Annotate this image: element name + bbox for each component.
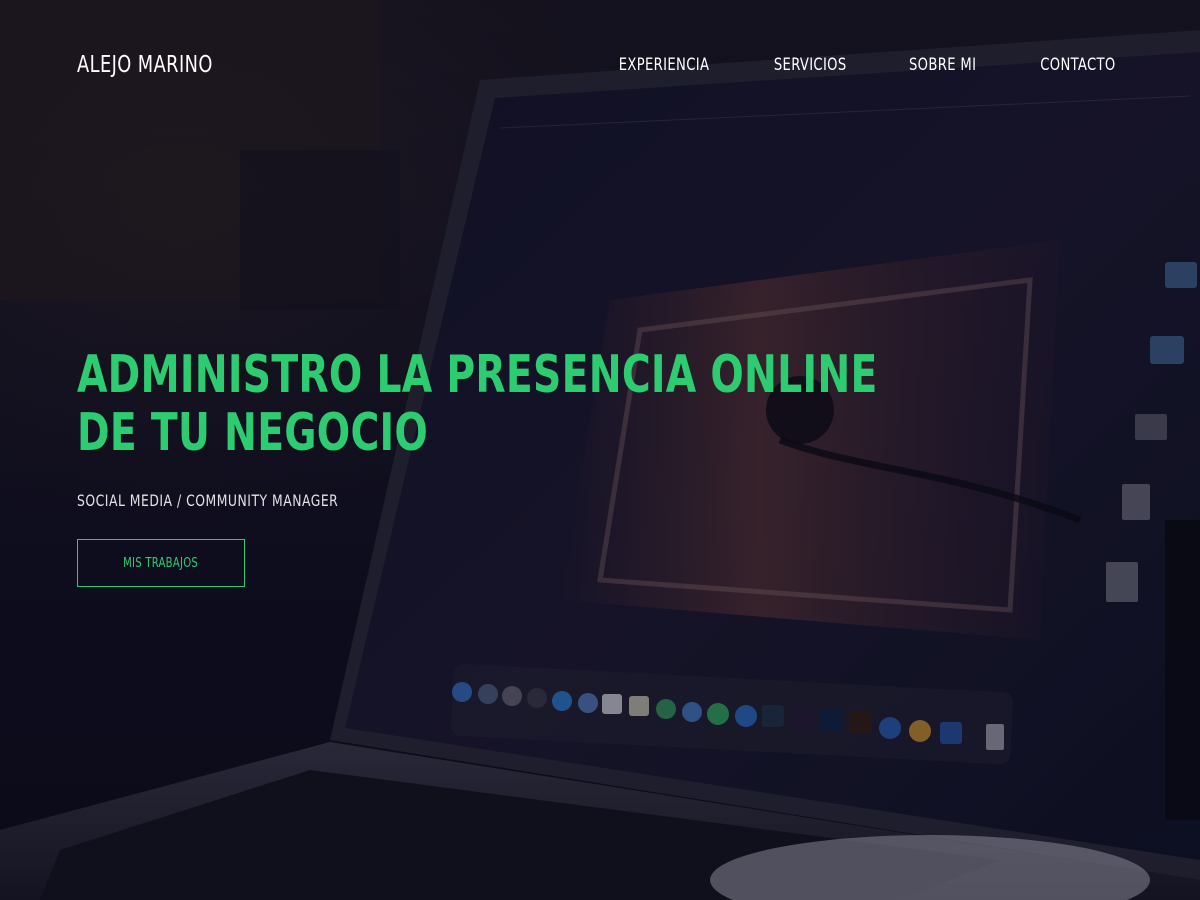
main-nav: EXPERIENCIA SERVICIOS SOBRE MI CONTACTO xyxy=(552,55,1116,75)
nav-item-sobre-mi[interactable]: SOBRE MI xyxy=(909,55,976,75)
hero-headline: ADMINISTRO LA PRESENCIA ONLINE DE TU NEG… xyxy=(77,345,878,463)
hero-headline-line-1: ADMINISTRO LA PRESENCIA ONLINE xyxy=(77,345,878,405)
nav-item-servicios[interactable]: SERVICIOS xyxy=(773,55,846,75)
hero-headline-line-2: DE TU NEGOCIO xyxy=(77,403,429,463)
hero-subtitle: SOCIAL MEDIA / COMMUNITY MANAGER xyxy=(77,491,339,510)
hero-section: ALEJO MARINO EXPERIENCIA SERVICIOS SOBRE… xyxy=(0,0,1200,900)
mis-trabajos-button-label: MIS TRABAJOS xyxy=(123,555,199,571)
brand-logo[interactable]: ALEJO MARINO xyxy=(77,52,213,78)
nav-item-contacto[interactable]: CONTACTO xyxy=(1041,55,1116,75)
mis-trabajos-button[interactable]: MIS TRABAJOS xyxy=(77,539,245,587)
nav-item-experiencia[interactable]: EXPERIENCIA xyxy=(619,55,710,75)
